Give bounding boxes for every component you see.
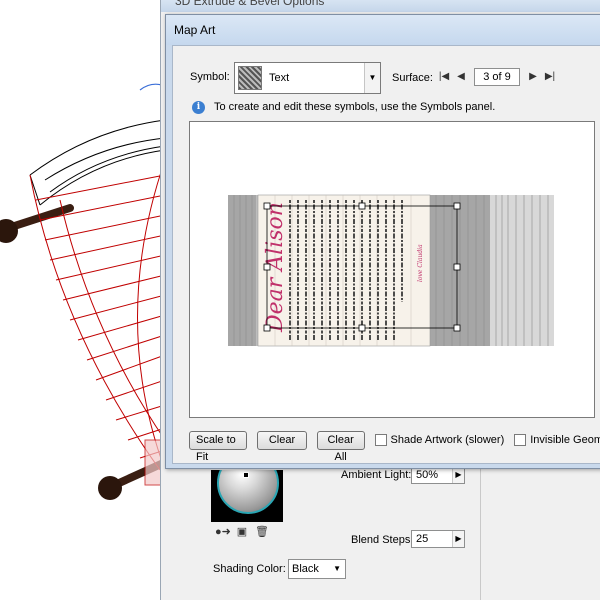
clear-all-button[interactable]: Clear All	[316, 430, 365, 463]
resize-handle-tc[interactable]	[358, 202, 366, 210]
map-art-body: Symbol: Text ▼ Surface: |◀ ◀ 3 of 9 ▶ ▶|…	[172, 45, 600, 464]
resize-handle-bl[interactable]	[263, 324, 271, 332]
light-source-handle[interactable]	[243, 472, 249, 478]
resize-handle-tl[interactable]	[263, 202, 271, 210]
extrude-bevel-titlebar: 3D Extrude & Bevel Options	[161, 0, 600, 12]
chevron-down-icon[interactable]: ▼	[364, 63, 380, 93]
wireframe-cylinder	[29, 83, 166, 486]
scale-to-fit-button[interactable]: Scale to Fit	[189, 430, 248, 463]
symbol-thumbnail-icon	[238, 66, 262, 90]
lighting-sphere-preview[interactable]	[211, 470, 283, 522]
invisible-geometry-box[interactable]	[514, 434, 527, 446]
symbol-label: Symbol:	[190, 71, 230, 83]
extrude-bevel-title: 3D Extrude & Bevel Options	[175, 0, 325, 8]
last-surface-icon[interactable]: ▶|	[543, 70, 557, 84]
map-art-actions: Scale to Fit Clear Clear All Shade Artwo…	[189, 430, 600, 463]
blend-steps-dropdown-icon[interactable]: ▶	[452, 531, 464, 547]
blend-steps-field[interactable]: 25 ▶	[411, 530, 465, 548]
invisible-geometry-checkbox[interactable]: Invisible Geometry	[514, 434, 600, 446]
map-art-title: Map Art	[174, 23, 216, 37]
screen: 3D Extrude & Bevel Options ●➜ ▣ 🗑 Ambien…	[0, 0, 600, 600]
ambient-light-label: Ambient Light:	[341, 469, 412, 481]
info-icon: i	[192, 101, 205, 114]
shade-artwork-label: Shade Artwork (slower)	[390, 434, 505, 446]
map-art-titlebar[interactable]: Map Art	[166, 15, 600, 45]
resize-handle-tr[interactable]	[453, 202, 461, 210]
surface-preview-canvas: Dear Alison love Claudia	[228, 194, 554, 347]
symbol-select[interactable]: Text ▼	[234, 62, 381, 94]
label-body-text-lines	[289, 200, 403, 340]
chevron-down-icon: ▼	[333, 564, 341, 573]
surface-navigator: |◀ ◀ 3 of 9 ▶ ▶|	[437, 68, 557, 86]
new-light-icon[interactable]: ▣	[235, 525, 249, 539]
label-artwork: Dear Alison love Claudia	[257, 194, 431, 347]
shading-color-value: Black	[292, 563, 319, 575]
invisible-geometry-label: Invisible Geometry	[530, 434, 600, 446]
delete-light-icon[interactable]: 🗑	[255, 525, 269, 539]
next-surface-icon[interactable]: ▶	[526, 70, 540, 84]
label-signature: love Claudia	[417, 244, 424, 282]
first-surface-icon[interactable]: |◀	[437, 70, 451, 84]
ambient-light-dropdown-icon[interactable]: ▶	[452, 467, 464, 483]
resize-handle-ml[interactable]	[263, 263, 271, 271]
shade-artwork-checkbox[interactable]: Shade Artwork (slower)	[374, 434, 505, 446]
rolling-pin-handle-left	[0, 204, 74, 243]
surface-label: Surface:	[392, 72, 433, 84]
shading-color-select[interactable]: Black ▼	[288, 559, 346, 579]
symbol-value: Text	[269, 72, 290, 84]
info-text: To create and edit these symbols, use th…	[214, 101, 496, 113]
previous-surface-icon[interactable]: ◀	[454, 70, 468, 84]
resize-handle-mr[interactable]	[453, 263, 461, 271]
resize-handle-br[interactable]	[453, 324, 461, 332]
shade-artwork-box[interactable]	[374, 434, 387, 446]
blend-steps-label: Blend Steps:	[351, 534, 414, 546]
surface-preview[interactable]: Dear Alison love Claudia	[189, 121, 595, 418]
ambient-light-value: 50%	[416, 469, 439, 481]
move-light-back-icon[interactable]: ●➜	[215, 525, 231, 539]
surface-field[interactable]: 3 of 9	[474, 68, 520, 86]
blend-steps-value: 25	[416, 533, 429, 545]
shading-color-label: Shading Color:	[213, 563, 286, 575]
map-art-dialog: Map Art Symbol: Text ▼ Surface: |◀ ◀ 3 o…	[165, 14, 600, 469]
clear-button[interactable]: Clear	[257, 430, 307, 450]
surface-value: 3 of 9	[483, 71, 511, 83]
resize-handle-bc[interactable]	[358, 324, 366, 332]
extrude-bevel-lighting-panel: ●➜ ▣ 🗑 Ambient Light: 50% ▶ Blend Steps:…	[161, 466, 600, 600]
light-tools: ●➜ ▣ 🗑	[211, 524, 283, 540]
